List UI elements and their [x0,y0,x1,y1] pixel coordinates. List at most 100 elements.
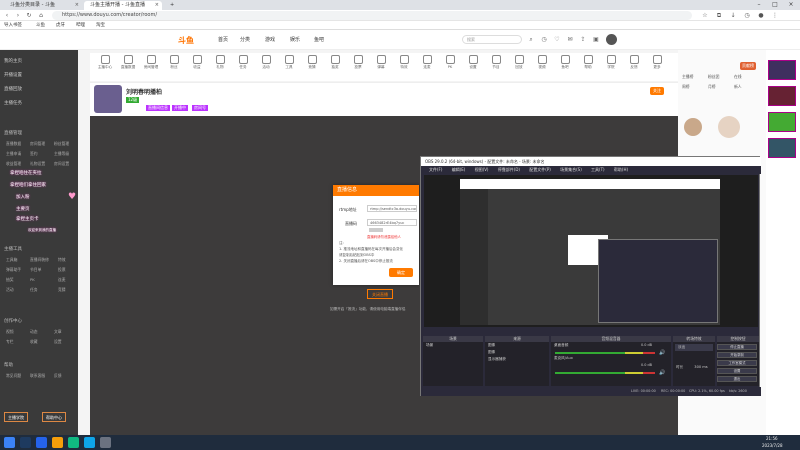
search-icon[interactable] [20,437,31,448]
avatar[interactable] [718,116,740,138]
scene-item[interactable]: 场景 [423,342,483,349]
obs-icon[interactable] [100,437,111,448]
anchor-tag[interactable]: 房间号 [192,105,208,111]
profile-icon[interactable]: ● [756,11,766,20]
folder-icon[interactable] [52,437,63,448]
toolbar-item[interactable]: 粉丝 [163,55,185,70]
sidebar-link[interactable]: 竞猜 [58,287,66,293]
browser-icon[interactable] [68,437,79,448]
close-icon[interactable]: × [75,1,79,10]
follow-icon[interactable]: ♡ [553,35,561,44]
sidebar-footer-button[interactable]: 帮助中心 [42,412,66,422]
obs-menu-item[interactable]: 文件(F) [429,167,442,172]
sidebar-link[interactable]: 工具箱 [6,257,17,263]
obs-menu-item[interactable]: 编辑(E) [452,167,466,172]
toolbar-item[interactable]: 任务 [232,55,254,70]
refresh-icon[interactable]: ↻ [24,11,34,20]
source-item[interactable]: 图像 [485,342,549,349]
sidebar-link[interactable]: 主播申请 [6,151,21,157]
promo-card[interactable] [768,60,796,80]
sidebar-link[interactable]: 反馈 [54,373,62,379]
avatar[interactable] [94,85,122,113]
obs-menu-item[interactable]: 视图(V) [475,167,489,172]
back-icon[interactable]: ‹ [2,11,12,20]
sidebar-link[interactable]: 动态 [30,329,38,335]
bookmark-item[interactable]: 虎牙 [56,21,65,30]
toolbar-item[interactable]: 回放 [508,55,530,70]
sidebar-item[interactable]: 我的主页 [4,58,22,64]
sidebar-link[interactable]: 收藏 [30,339,38,345]
avatar[interactable] [684,118,702,136]
promo-card[interactable] [768,112,796,132]
toolbar-item[interactable]: 反馈 [623,55,645,70]
bookmark-item[interactable]: 淘宝 [96,21,105,30]
nav-link[interactable]: 游戏 [265,36,275,43]
toolbar-item[interactable]: 设置 [462,55,484,70]
sidebar-item[interactable]: 直播回放 [4,86,22,92]
toolbar-item[interactable]: 收益 [186,55,208,70]
toolbar-item[interactable]: 房间管理 [140,55,162,70]
toolbar-item[interactable]: 弹幕 [370,55,392,70]
toolbar-item[interactable]: 活动 [255,55,277,70]
sidebar-link[interactable]: 常见问题 [6,373,21,379]
confirm-button[interactable]: 确定 [389,268,413,277]
sidebar-item[interactable]: 开播设置 [4,72,22,78]
sidebar-link[interactable]: 主播等级 [54,151,69,157]
rank-badge[interactable]: 贡献榜 [740,62,756,70]
sidebar-link[interactable]: 视频 [6,329,14,335]
source-item[interactable]: 图像 [485,349,549,356]
start-recording-button[interactable]: 开始录制 [717,352,757,358]
sidebar-link[interactable]: 节目单 [30,267,41,273]
obs-menu-item[interactable]: 停靠部件(D) [498,167,520,172]
toolbar-item[interactable]: 竞猜 [301,55,323,70]
avatar[interactable] [606,34,617,45]
toolbar-item[interactable]: 视频 [531,55,553,70]
toolbar-item[interactable]: PK [439,55,461,69]
panel-label[interactable]: 月榜 [708,84,716,90]
sidebar-link[interactable]: 连麦 [58,277,66,283]
anchor-tag[interactable]: 开播中 [172,105,188,111]
browser-tab-active[interactable]: 斗鱼主播开播 - 斗鱼直播 × [84,1,162,10]
studio-mode-button[interactable]: 工作室模式 [717,360,757,366]
stop-live-button[interactable]: 关闭直播 [367,289,393,299]
upload-icon[interactable]: ⇪ [579,35,587,44]
history-icon[interactable]: ◷ [540,35,548,44]
sidebar-footer-button[interactable]: 主播学院 [4,412,28,422]
sidebar-item[interactable]: 主播任务 [4,100,22,106]
sidebar-link[interactable]: 文章 [54,329,62,335]
panel-label[interactable]: 主播榜 [682,74,693,80]
sidebar-link[interactable]: 抽奖 [6,277,14,283]
sidebar-link[interactable]: 投票 [58,267,66,273]
history-icon[interactable]: ◷ [742,11,752,20]
sidebar-link[interactable]: 特效 [58,257,66,263]
source-item[interactable]: 显示器捕获 [485,356,549,363]
sidebar-link[interactable]: 联系客服 [30,373,45,379]
toolbar-item[interactable]: 帮助 [577,55,599,70]
toolbar-item[interactable]: 抽奖 [324,55,346,70]
transition-select[interactable]: 淡出 [675,344,713,351]
sidebar-link[interactable]: 粉丝管理 [54,141,69,147]
site-logo[interactable]: 斗鱼 [178,35,194,46]
panel-label[interactable]: 新人 [734,84,742,90]
search-input[interactable]: 搜索 [462,35,522,44]
sidebar-link[interactable]: 房间管理 [30,141,45,147]
obs-preview[interactable] [424,175,758,327]
app-icon[interactable] [84,437,95,448]
sidebar-link[interactable]: 礼物设置 [30,161,45,167]
nav-link[interactable]: 鱼吧 [314,36,324,43]
panel-label[interactable]: 粉丝团 [708,74,719,80]
new-tab-button[interactable]: + [164,1,176,10]
follow-button[interactable]: 关注 [650,87,664,95]
minimize-icon[interactable]: – [752,0,766,10]
sidebar-link[interactable]: 设置 [54,339,62,345]
bookmark-item[interactable]: 斗鱼 [36,21,45,30]
nav-link[interactable]: 分类 [240,36,250,43]
sidebar-link[interactable]: 活动 [6,287,14,293]
volume-icon[interactable]: 🔊 [659,350,665,356]
sidebar-link[interactable]: 直播数据 [6,141,21,147]
sidebar-link[interactable]: PK [30,277,35,282]
menu-icon[interactable]: ⋮ [770,11,780,20]
forward-icon[interactable]: › [13,11,23,20]
toolbar-item[interactable]: 连麦 [416,55,438,70]
toolbar-item[interactable]: 直播数据 [117,55,139,70]
